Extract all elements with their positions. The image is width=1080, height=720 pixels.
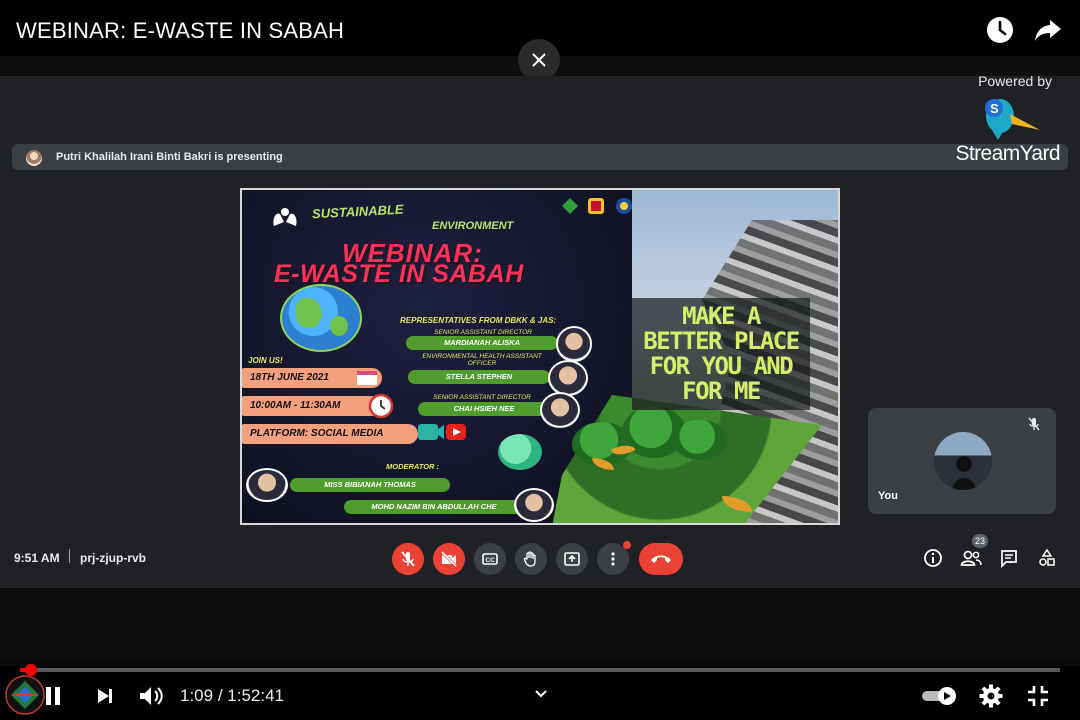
info-button[interactable] [922, 547, 944, 569]
streamyard-bird-icon: S [985, 99, 1040, 140]
camera-off-icon [440, 550, 458, 568]
exit-fullscreen-icon [1028, 686, 1048, 706]
speaker-photo [548, 360, 588, 396]
info-icon [924, 549, 942, 567]
presenting-banner: Putri Khalilah Irani Binti Bakri is pres… [12, 144, 1068, 170]
meeting-code: prj-zjup-rvb [80, 551, 146, 565]
participant-count-badge: 23 [972, 534, 988, 548]
time-display: 1:09 / 1:52:41 [180, 686, 284, 706]
channel-logo-icon[interactable] [5, 675, 45, 715]
partner-logos [562, 198, 632, 214]
people-icon [960, 550, 982, 566]
notification-dot [623, 541, 631, 549]
next-button[interactable] [92, 680, 118, 712]
moderator-name: MISS BIBIANAH THOMAS [290, 478, 450, 492]
autoplay-toggle[interactable] [920, 680, 960, 712]
speaker-photo [556, 326, 592, 362]
moderator-photo [246, 468, 288, 502]
calendar-icon [357, 371, 377, 385]
earth-mascot-icon [498, 434, 542, 470]
speaker-role: ENVIRONMENTAL HEALTH ASSISTANT OFFICER [422, 353, 542, 367]
speaker-role: SENIOR ASSISTANT DIRECTOR [434, 329, 532, 336]
exit-fullscreen-button[interactable] [1022, 680, 1054, 712]
svg-text:S: S [990, 101, 999, 116]
settings-button[interactable] [976, 680, 1006, 712]
raise-hand-button[interactable] [515, 543, 547, 575]
meeting-clock: 9:51 AM [14, 551, 60, 565]
streamyard-wordmark: StreamYard [955, 142, 1061, 165]
camera-off-button[interactable] [433, 543, 465, 575]
volume-button[interactable] [136, 680, 166, 712]
raise-hand-icon [523, 551, 536, 567]
alarm-clock-icon [368, 393, 394, 419]
slide-slogan: MAKE A BETTER PLACE FOR YOU AND FOR ME [643, 302, 800, 405]
person-silhouette-icon [952, 456, 976, 490]
speaker-name: STELLA STEPHEN [408, 370, 550, 384]
current-time: 1:09 [180, 686, 214, 705]
hang-up-button[interactable] [639, 543, 683, 575]
tree-shape [672, 420, 728, 460]
autoplay-toggle-icon [922, 687, 956, 705]
activities-icon [1039, 548, 1055, 566]
slide-join-us: JOIN US! [248, 356, 283, 365]
people-button[interactable] [960, 547, 982, 569]
social-media-icons [418, 424, 466, 440]
share-arrow-icon[interactable] [1032, 14, 1064, 46]
self-video-tile[interactable]: You [868, 408, 1056, 514]
next-icon [98, 689, 112, 703]
chapters-toggle-button[interactable] [530, 684, 552, 704]
speaker-photo [540, 392, 580, 428]
present-now-button[interactable] [556, 543, 588, 575]
more-options-icon [611, 552, 615, 566]
slide-moderator-heading: MODERATOR : [386, 462, 440, 471]
streamyard-branding: Powered by S StreamYard [954, 70, 1070, 170]
speaker-name: MARDIANAH ALISKA [406, 336, 558, 350]
video-title[interactable]: WEBINAR: E-WASTE IN SABAH [16, 18, 344, 44]
pause-icon [46, 687, 60, 705]
clock-icon[interactable] [984, 14, 1016, 46]
slide-platform: PLATFORM: SOCIAL MEDIA [242, 424, 418, 444]
self-camera-preview [934, 432, 992, 490]
earth-icon [280, 284, 362, 352]
chevron-down-icon [535, 690, 547, 698]
chat-button[interactable] [998, 547, 1020, 569]
moderator-photo [514, 488, 554, 522]
captions-button[interactable]: CC [474, 543, 506, 575]
progress-bar[interactable] [20, 664, 1060, 676]
mic-off-button[interactable] [392, 543, 424, 575]
hands-recycle-icon [273, 208, 297, 226]
slide-time: 10:00AM - 11:30AM [242, 396, 382, 416]
moderator-name: MOHD NAZIM BIN ABDULLAH CHE [344, 500, 524, 514]
chat-icon [1001, 550, 1017, 568]
self-label: You [878, 490, 898, 502]
powered-by-label: Powered by [978, 73, 1052, 89]
volume-icon [140, 687, 163, 705]
svg-text:CC: CC [485, 557, 495, 564]
present-icon [564, 552, 580, 566]
divider [69, 549, 70, 563]
slide-representatives-heading: REPRESENTATIVES FROM DBKK & JAS: [400, 316, 557, 325]
more-options-button[interactable] [597, 541, 631, 575]
close-icon[interactable] [518, 39, 560, 81]
captions-icon: CC [482, 553, 498, 565]
settings-gear-icon [979, 684, 1003, 708]
meet-control-bar: 9:51 AM prj-zjup-rvb CC [0, 534, 1080, 588]
slide-environment: ENVIRONMENT [432, 220, 514, 232]
mic-off-icon [401, 551, 415, 567]
presenting-text: Putri Khalilah Irani Binti Bakri is pres… [56, 151, 283, 163]
activities-button[interactable] [1036, 547, 1058, 569]
play-pause-button[interactable] [40, 680, 66, 712]
mic-off-icon [1026, 416, 1042, 437]
time-separator: / [213, 686, 228, 705]
hang-up-icon [651, 555, 671, 563]
speaker-name: CHAI HSIEH NEE [418, 402, 550, 416]
speaker-role: SENIOR ASSISTANT DIRECTOR [433, 394, 531, 401]
duration: 1:52:41 [227, 686, 284, 705]
presenter-avatar [26, 150, 42, 166]
presentation-slide: SUSTAINABLE ENVIRONMENT WEBINAR: E-WASTE… [240, 188, 840, 525]
